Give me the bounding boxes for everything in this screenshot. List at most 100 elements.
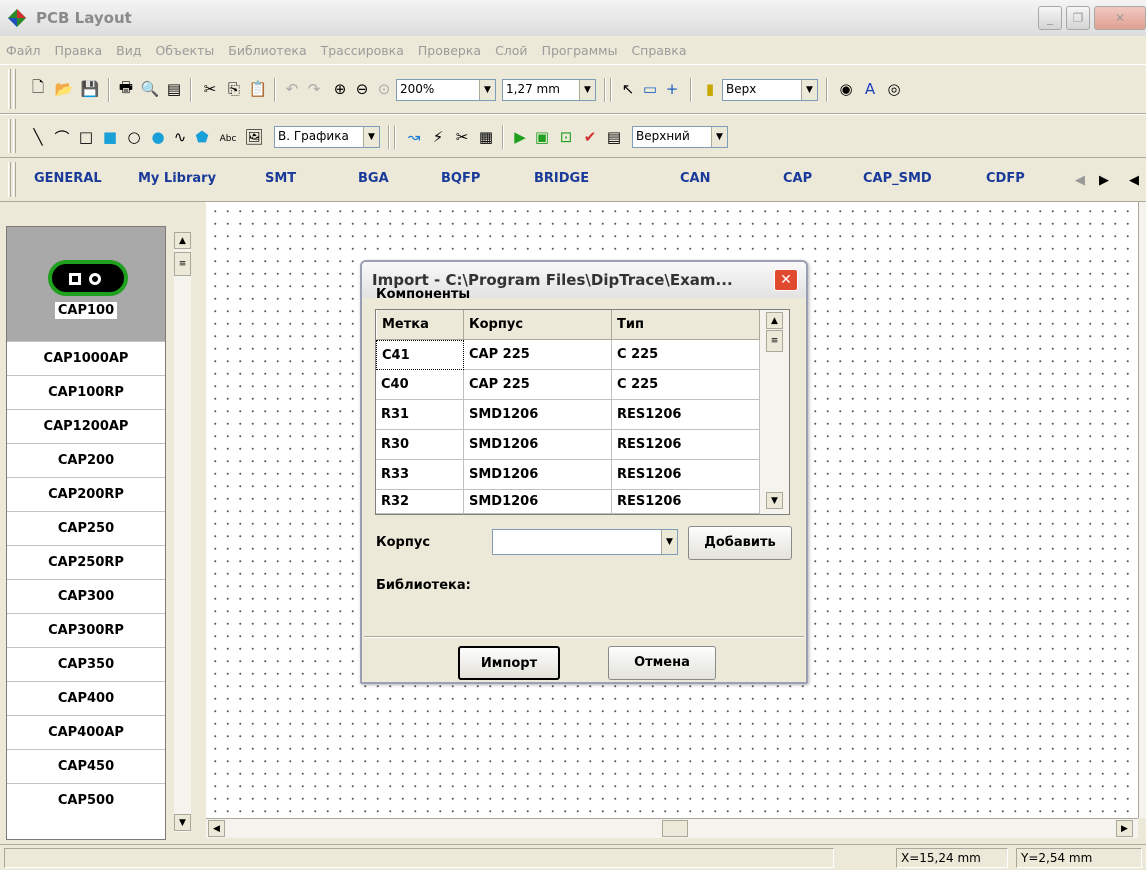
expand-icon[interactable]: ◀ <box>1124 170 1144 190</box>
library-tab-smt[interactable]: SMT <box>265 171 296 186</box>
cut-icon[interactable]: ✂ <box>200 79 220 99</box>
table-cell[interactable]: R33 <box>376 460 464 490</box>
export-icon[interactable]: ▣ <box>532 127 552 147</box>
table-scrollbar[interactable]: ▲ ≡ ▼ <box>760 310 789 514</box>
print-icon[interactable]: 🖶 <box>116 78 136 99</box>
polygon-icon[interactable]: ⬟ <box>192 127 212 147</box>
copper-pour-icon[interactable]: ⊡ <box>556 127 576 147</box>
scroll-up-icon[interactable]: ▲ <box>766 312 783 329</box>
drc-icon[interactable]: ✔ <box>580 127 600 147</box>
library-tab-cap[interactable]: CAP <box>783 171 812 186</box>
menu-help[interactable]: Справка <box>631 43 686 58</box>
grid-size-select[interactable]: 1,27 mm ▼ <box>502 79 596 101</box>
scroll-down-icon[interactable]: ▼ <box>766 492 783 509</box>
polyline-icon[interactable]: ∿ <box>170 127 190 147</box>
table-cell[interactable]: C 225 <box>612 370 760 400</box>
print-preview-icon[interactable]: 🔍 <box>140 79 160 99</box>
redo-icon[interactable]: ↷ <box>304 79 324 99</box>
graphics-layer-select[interactable]: В. Графика ▼ <box>274 126 380 148</box>
table-cell[interactable]: C 225 <box>612 340 760 370</box>
table-cell[interactable]: RES1206 <box>612 430 760 460</box>
copy-icon[interactable]: ⎘ <box>224 79 244 99</box>
list-item[interactable]: CAP1000AP <box>7 341 165 375</box>
scroll-left-icon[interactable]: ◀ <box>208 820 225 837</box>
new-file-icon[interactable]: 🗋 <box>28 78 48 99</box>
crosshair-icon[interactable]: + <box>662 79 682 99</box>
list-item[interactable]: CAP200 <box>7 443 165 477</box>
library-tab-cdfp[interactable]: CDFP <box>986 171 1025 186</box>
column-header-package[interactable]: Корпус <box>464 310 612 340</box>
scroll-down-icon[interactable]: ▼ <box>174 814 191 831</box>
dialog-close-button[interactable]: ✕ <box>774 269 798 291</box>
text-icon[interactable]: A <box>860 79 880 99</box>
paste-icon[interactable]: 📋 <box>248 79 268 99</box>
cancel-button[interactable]: Отмена <box>608 646 716 680</box>
drc-settings-icon[interactable]: ▤ <box>604 127 624 147</box>
table-cell[interactable]: CAP 225 <box>464 340 612 370</box>
layer-select[interactable]: Верх ▼ <box>722 79 818 101</box>
ellipse-icon[interactable]: ○ <box>124 127 144 147</box>
scroll-right-icon[interactable]: ▶ <box>1116 820 1133 837</box>
menu-edit[interactable]: Правка <box>55 43 103 58</box>
scroll-right-icon[interactable]: ▶ <box>1094 170 1114 190</box>
pointer-icon[interactable]: ↖ <box>618 79 638 99</box>
scrollbar-thumb[interactable] <box>662 820 688 837</box>
list-item[interactable]: CAP500 <box>7 783 165 817</box>
list-item[interactable]: CAP350 <box>7 647 165 681</box>
zoom-in-icon[interactable]: ⊕ <box>330 79 350 99</box>
list-item[interactable]: CAP100RP <box>7 375 165 409</box>
image-icon[interactable]: 🖼 <box>244 127 264 147</box>
table-cell[interactable]: R32 <box>376 490 464 514</box>
table-cell[interactable]: C41 <box>376 340 464 370</box>
autoroute-icon[interactable]: ⚡ <box>428 127 448 147</box>
add-button[interactable]: Добавить <box>688 526 792 560</box>
scroll-left-icon[interactable]: ◀ <box>1070 170 1090 190</box>
line-icon[interactable]: ╲ <box>28 127 48 147</box>
canvas-vertical-scrollbar[interactable] <box>1138 202 1146 818</box>
component-list-scrollbar[interactable]: ▲ ≡ ▼ <box>174 232 191 832</box>
table-cell[interactable]: SMD1206 <box>464 460 612 490</box>
filled-rectangle-icon[interactable]: ■ <box>100 127 120 147</box>
list-item[interactable]: CAP300RP <box>7 613 165 647</box>
menu-objects[interactable]: Объекты <box>155 43 214 58</box>
zoom-fit-icon[interactable]: ⊙ <box>374 79 394 99</box>
list-item[interactable]: CAP400AP <box>7 715 165 749</box>
menu-verification[interactable]: Проверка <box>418 43 481 58</box>
ruler-icon[interactable]: ▭ <box>640 79 660 99</box>
library-tab-bqfp[interactable]: BQFP <box>441 171 480 186</box>
list-item[interactable]: CAP300 <box>7 579 165 613</box>
menu-programs[interactable]: Программы <box>542 43 618 58</box>
open-folder-icon[interactable]: 📂 <box>54 79 74 99</box>
close-button[interactable]: ✕ <box>1094 6 1146 30</box>
unroute-icon[interactable]: ✂ <box>452 127 472 147</box>
zoom-select[interactable]: 200% ▼ <box>396 79 496 101</box>
library-tab-can[interactable]: CAN <box>680 171 710 186</box>
minimize-button[interactable]: _ <box>1038 6 1062 30</box>
components-table[interactable]: Метка Корпус Тип C41 CAP 225 C 225 C40 C… <box>375 309 790 515</box>
list-item[interactable]: CAP400 <box>7 681 165 715</box>
table-cell[interactable]: C40 <box>376 370 464 400</box>
run-icon[interactable]: ▶ <box>510 127 530 147</box>
package-select[interactable]: ▼ <box>492 529 678 555</box>
list-item[interactable]: CAP250RP <box>7 545 165 579</box>
import-button[interactable]: Импорт <box>458 646 560 680</box>
table-cell[interactable]: SMD1206 <box>464 430 612 460</box>
undo-icon[interactable]: ↶ <box>282 79 302 99</box>
library-tab-cap-smd[interactable]: CAP_SMD <box>863 171 932 186</box>
pad-icon[interactable]: ◉ <box>836 79 856 99</box>
scroll-up-icon[interactable]: ▲ <box>174 232 191 249</box>
menu-library[interactable]: Библиотека <box>228 43 306 58</box>
column-header-label[interactable]: Метка <box>376 310 464 340</box>
table-cell[interactable]: R31 <box>376 400 464 430</box>
table-cell[interactable]: RES1206 <box>612 460 760 490</box>
scrollbar-thumb[interactable]: ≡ <box>766 330 783 352</box>
save-icon[interactable]: 💾 <box>80 79 100 99</box>
table-cell[interactable]: RES1206 <box>612 490 760 514</box>
table-cell[interactable]: R30 <box>376 430 464 460</box>
library-tab-general[interactable]: GENERAL <box>34 171 102 186</box>
list-item[interactable]: CAP450 <box>7 749 165 783</box>
table-cell[interactable]: RES1206 <box>612 400 760 430</box>
via-icon[interactable]: ◎ <box>884 79 904 99</box>
menu-routing[interactable]: Трассировка <box>321 43 404 58</box>
menu-file[interactable]: Файл <box>6 43 41 58</box>
